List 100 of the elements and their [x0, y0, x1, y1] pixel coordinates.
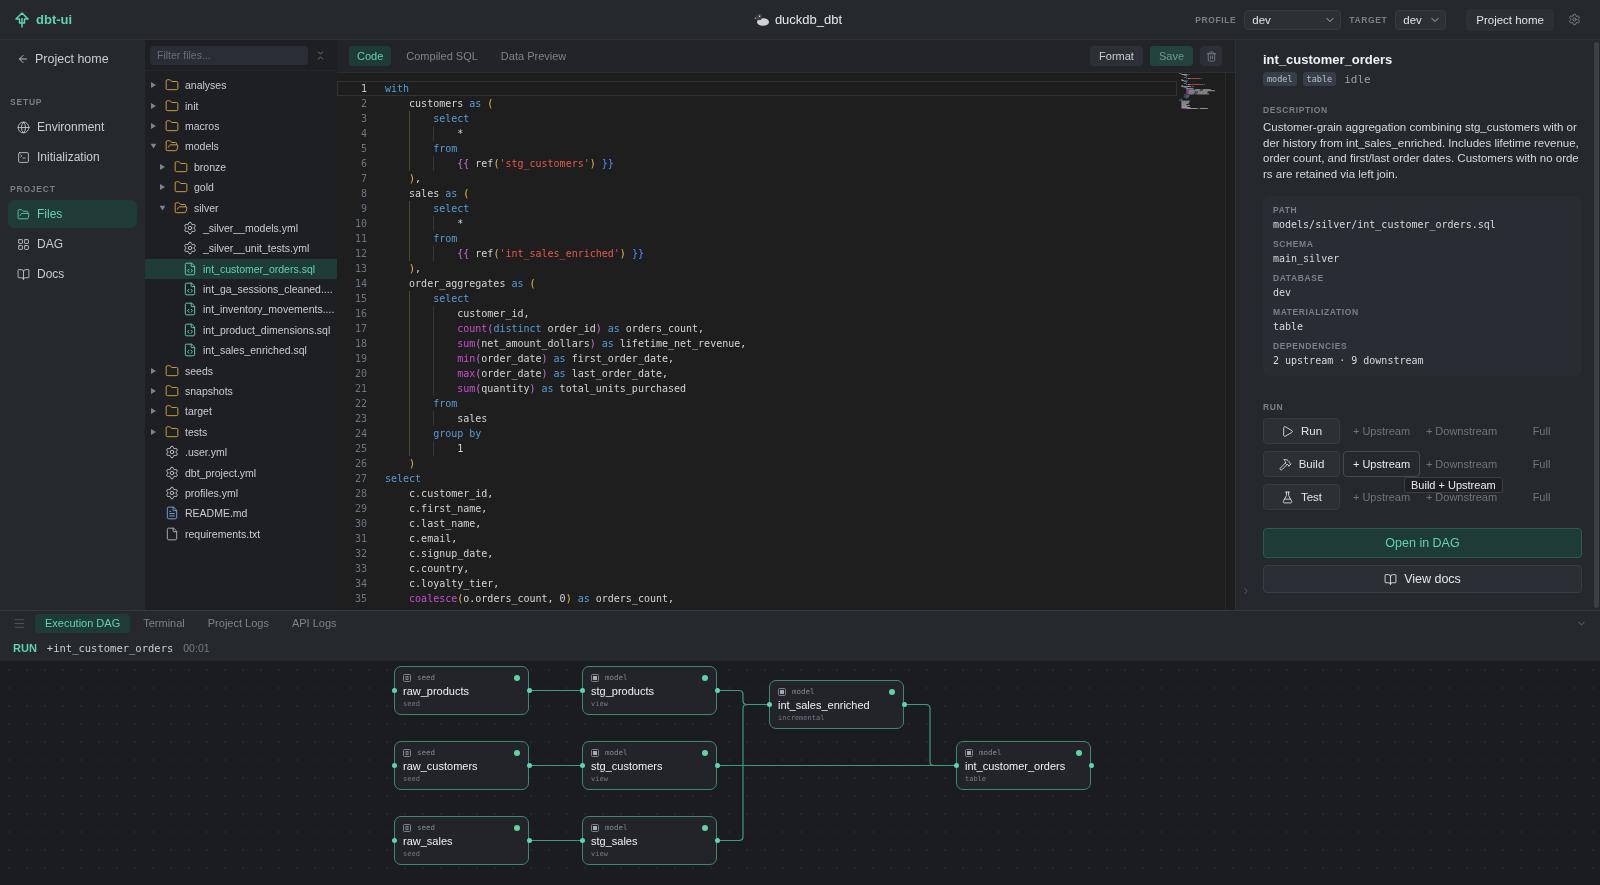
field-label: TARGET [1349, 14, 1388, 25]
node-name: raw_products [403, 684, 471, 698]
run-target: +int_customer_orders [46, 642, 174, 654]
line-number: 28 [353, 487, 367, 499]
line-number: 10 [353, 217, 367, 229]
line-number: 9 [359, 202, 367, 214]
code-line: c.country, [409, 561, 470, 576]
node-name: raw_customers [403, 759, 479, 773]
status-text: idle [1344, 72, 1371, 86]
code-line: * [457, 126, 464, 141]
section-title: PROJECT [9, 184, 57, 194]
line-number: 29 [353, 502, 367, 514]
project-name: duckdb_dbt [774, 12, 843, 27]
line-number: 20 [353, 367, 367, 379]
line-number: 34 [353, 577, 367, 589]
run-label: RUN [13, 642, 37, 654]
line-number: 21 [353, 382, 367, 394]
code-line: customers as ( [409, 96, 494, 111]
line-number: 14 [353, 277, 367, 289]
section-label: RUN [1263, 402, 1285, 412]
line-number: 11 [353, 232, 367, 244]
line-number: 25 [353, 442, 367, 454]
code-line: 1 [457, 441, 464, 456]
property-label: PATH [1273, 205, 1299, 215]
code-line: c.signup_date, [409, 546, 494, 561]
node-name: int_sales_enriched [778, 698, 871, 712]
code-line: from [433, 396, 458, 411]
code-line: * [457, 216, 464, 231]
line-number: 4 [359, 127, 367, 139]
code-line: group by [433, 426, 482, 441]
line-number: 15 [353, 292, 367, 304]
line-number: 6 [359, 157, 367, 169]
code-line: select [433, 111, 470, 126]
property-label: SCHEMA [1273, 239, 1315, 249]
elapsed-time: 00:01 [183, 642, 210, 654]
code-line: c.loyalty_tier, [409, 576, 500, 591]
line-number: 13 [353, 262, 367, 274]
code-line: c.customer_id, [409, 486, 494, 501]
code-line: ), [409, 261, 422, 276]
code-line: c.email, [409, 531, 458, 546]
property-label: MATERIALIZATION [1273, 307, 1360, 317]
code-line: count(distinct order_id) as orders_count, [457, 321, 705, 336]
property-value: dev [1273, 287, 1293, 298]
model-title: int_customer_orders [1263, 52, 1394, 68]
line-number: 1 [359, 82, 367, 94]
node-name: stg_customers [591, 759, 664, 773]
code-line: ) [409, 456, 416, 471]
section-label: DESCRIPTION [1263, 105, 1329, 115]
property-label: DATABASE [1273, 273, 1325, 283]
node-name: int_customer_orders [965, 759, 1067, 773]
code-line: c.first_name, [409, 501, 488, 516]
code-line: {{ ref('stg_customers') }} [457, 156, 614, 171]
property-value: table [1273, 321, 1305, 332]
line-number: 30 [353, 517, 367, 529]
code-line: {{ ref('int_sales_enriched') }} [457, 246, 644, 261]
line-number: 23 [353, 412, 367, 424]
line-number: 26 [353, 457, 367, 469]
code-line: from [433, 141, 458, 156]
tag: model [1263, 72, 1297, 86]
description-text: Customer-grain aggregation combining stg_customers with order history from int_sales_enriched. Includes lifetime revenue, order count, and first/last order dates. Customers with no orders are retained via left join. [1263, 120, 1580, 182]
line-number: 33 [353, 562, 367, 574]
line-number: 27 [353, 472, 367, 484]
code-line: sales as ( [409, 186, 470, 201]
code-line: customer_id, [457, 306, 530, 321]
code-line: from [433, 231, 458, 246]
line-number: 17 [353, 322, 367, 334]
code-line: select [433, 291, 470, 306]
code-line: sum(quantity) as total_units_purchased [457, 381, 687, 396]
code-line: ), [409, 171, 422, 186]
tag: table [1302, 72, 1337, 86]
line-number: 16 [353, 307, 367, 319]
line-number: 31 [353, 532, 367, 544]
code-line: max(order_date) as last_order_date, [457, 366, 668, 381]
line-number: 19 [353, 352, 367, 364]
code-line: coalesce(o.orders_count, 0) as orders_count, [409, 591, 675, 606]
code-line: with [385, 81, 410, 96]
line-number: 2 [359, 97, 367, 109]
app-name: dbt-ui [36, 12, 73, 27]
node-name: raw_sales [403, 834, 454, 848]
line-number: 18 [353, 337, 367, 349]
property-value: models/silver/int_customer_orders.sql [1273, 219, 1497, 230]
line-number: 7 [359, 172, 367, 184]
code-line: select [385, 471, 422, 486]
line-number: 24 [353, 427, 367, 439]
field-label: PROFILE [1195, 14, 1237, 25]
code-line: sales [457, 411, 488, 426]
line-number: 35 [353, 592, 367, 604]
property-label: DEPENDENCIES [1273, 341, 1349, 351]
code-line: c.last_name, [409, 516, 482, 531]
node-name: stg_sales [591, 834, 639, 848]
property-value: main_silver [1273, 253, 1341, 264]
section-title: SETUP [9, 97, 44, 107]
line-number: 32 [353, 547, 367, 559]
line-number: 22 [353, 397, 367, 409]
line-number: 3 [359, 112, 367, 124]
code-line: sum(net_amount_dollars) as lifetime_net_revenue, [457, 336, 747, 351]
code-line: order_aggregates as ( [409, 276, 536, 291]
code-line: min(order_date) as first_order_date, [457, 351, 674, 366]
line-number: 8 [359, 187, 367, 199]
property-value: 2 upstream · 9 downstream [1273, 355, 1425, 366]
